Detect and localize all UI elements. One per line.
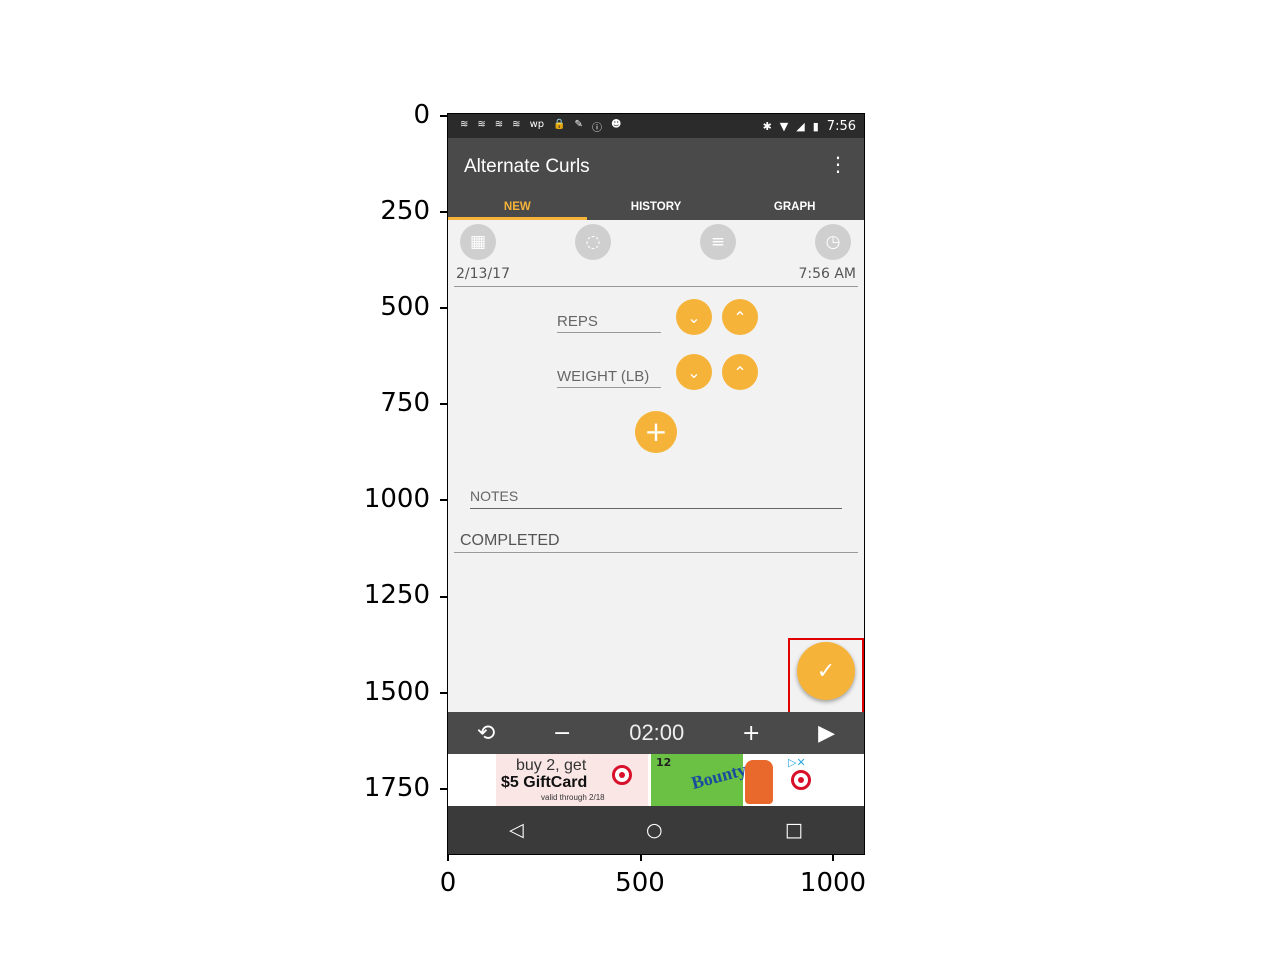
- tools-icon: ✎: [574, 118, 583, 130]
- weight-underline: [557, 387, 661, 388]
- y-tick-mark: [440, 211, 447, 213]
- y-tick-label: 250: [380, 196, 430, 226]
- signal-icon: ◢: [796, 119, 805, 133]
- notification-icon: ≋: [512, 118, 521, 130]
- weight-field[interactable]: WEIGHT (LB): [557, 368, 649, 385]
- reps-increase-button[interactable]: ⌃: [722, 299, 758, 335]
- ad-text-line2: $5 GiftCard: [501, 774, 588, 791]
- phone-screen: ≋ ≋ ≋ ≋ wp 🔒 ✎ ⓘ ☻ ✱ ▼ ◢ ▮ 7:56 Alternat…: [448, 114, 864, 854]
- overflow-menu-icon[interactable]: ⋮: [828, 154, 848, 174]
- ad-text-line3: valid through 2/18: [541, 793, 605, 802]
- y-tick-mark: [440, 499, 447, 501]
- completed-divider: [454, 552, 858, 553]
- status-bar: ≋ ≋ ≋ ≋ wp 🔒 ✎ ⓘ ☻ ✱ ▼ ◢ ▮ 7:56: [448, 114, 864, 138]
- ad-brand: Bounty: [689, 759, 749, 793]
- y-tick-mark: [440, 596, 447, 598]
- calendar-icon[interactable]: ▦: [460, 224, 496, 260]
- y-tick-mark: [440, 307, 447, 309]
- page-title: Alternate Curls: [464, 156, 590, 177]
- back-icon[interactable]: ◁: [509, 819, 524, 841]
- notification-icon: wp: [529, 118, 545, 130]
- battery-icon: ▮: [812, 119, 819, 133]
- timer-minus-button[interactable]: −: [553, 721, 571, 746]
- notes-underline: [470, 508, 842, 509]
- lock-icon: 🔒: [553, 118, 566, 130]
- timer-plus-button[interactable]: +: [742, 721, 760, 746]
- ad-banner[interactable]: buy 2, get $5 GiftCard valid through 2/1…: [448, 754, 864, 806]
- reset-timer-icon[interactable]: ⟲: [477, 721, 495, 746]
- tab-graph[interactable]: GRAPH: [725, 194, 864, 220]
- entry-date[interactable]: 2/13/17: [456, 266, 510, 282]
- status-right: ✱ ▼ ◢ ▮ 7:56: [763, 119, 856, 134]
- y-tick-mark: [440, 788, 447, 790]
- y-tick-label: 0: [413, 100, 430, 130]
- ad-product-image: 12 Bounty: [651, 754, 749, 806]
- wifi-icon: ▼: [779, 119, 789, 133]
- adchoices-icon[interactable]: ▷✕: [788, 756, 806, 769]
- entry-time[interactable]: 7:56 AM: [798, 266, 856, 282]
- recents-icon[interactable]: □: [785, 819, 803, 841]
- notes-input[interactable]: NOTES: [470, 488, 518, 504]
- notification-icons: ≋ ≋ ≋ ≋ wp 🔒 ✎ ⓘ ☻: [460, 119, 621, 134]
- bluetooth-icon: ✱: [762, 119, 772, 133]
- x-tick-label: 0: [439, 868, 457, 898]
- rest-timer-bar: ⟲ − 02:00 + ▶: [448, 712, 864, 754]
- x-tick-mark: [832, 854, 834, 861]
- target-logo-icon: [791, 770, 811, 790]
- tab-bar: NEW HISTORY GRAPH: [448, 194, 864, 220]
- y-tick-label: 750: [380, 388, 430, 418]
- reps-field[interactable]: REPS: [557, 313, 598, 330]
- y-tick-mark: [440, 403, 447, 405]
- timer-play-button[interactable]: ▶: [818, 721, 835, 746]
- weight-increase-button[interactable]: ⌃: [722, 354, 758, 390]
- ad-offer[interactable]: buy 2, get $5 GiftCard valid through 2/1…: [496, 754, 648, 806]
- y-tick-label: 1750: [363, 773, 430, 803]
- x-tick-mark: [640, 854, 642, 861]
- app-bar: Alternate Curls ⋮: [448, 138, 864, 194]
- y-tick-label: 500: [380, 292, 430, 322]
- lightbulb-icon[interactable]: ◌: [575, 224, 611, 260]
- info-icon: ⓘ: [591, 122, 602, 134]
- divider: [454, 286, 858, 287]
- notification-icon: ≋: [494, 118, 504, 130]
- status-time: 7:56: [826, 118, 856, 134]
- x-tick-label: 1000: [799, 868, 867, 898]
- highlight-box: [788, 638, 864, 714]
- y-tick-label: 1000: [363, 484, 430, 514]
- weight-decrease-button[interactable]: ⌄: [676, 354, 712, 390]
- target-logo-icon: [612, 765, 632, 785]
- reps-decrease-button[interactable]: ⌄: [676, 299, 712, 335]
- x-tick-mark: [447, 854, 449, 861]
- timer-value: 02:00: [629, 720, 685, 745]
- ad-count: 12: [656, 756, 672, 769]
- system-nav-bar: ◁ ○ □: [448, 806, 864, 854]
- android-icon: ☻: [610, 118, 622, 130]
- comment-icon[interactable]: ≡: [700, 224, 736, 260]
- tab-history[interactable]: HISTORY: [587, 194, 726, 220]
- home-icon[interactable]: ○: [646, 819, 663, 841]
- y-tick-mark: [440, 692, 447, 694]
- reps-underline: [557, 332, 661, 333]
- y-tick-mark: [440, 115, 447, 117]
- add-set-button[interactable]: +: [635, 411, 677, 453]
- x-tick-label: 500: [615, 868, 665, 898]
- y-tick-label: 1500: [363, 677, 430, 707]
- notification-icon: ≋: [460, 118, 469, 130]
- y-tick-label: 1250: [363, 580, 430, 610]
- tab-new[interactable]: NEW: [448, 194, 587, 220]
- completed-heading: COMPLETED: [460, 532, 560, 549]
- ad-text-line1: buy 2, get: [516, 757, 587, 774]
- clock-icon[interactable]: ◷: [815, 224, 851, 260]
- detergent-bottle-icon: [745, 760, 773, 804]
- notification-icon: ≋: [477, 118, 486, 130]
